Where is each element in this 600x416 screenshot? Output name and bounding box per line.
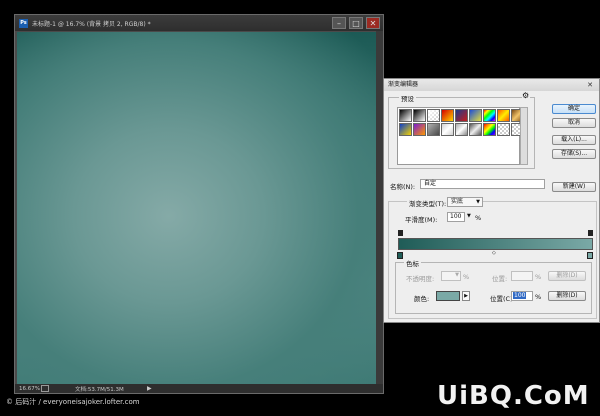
color-menu-arrow-icon[interactable]: ▶ <box>462 291 470 301</box>
preset-swatch[interactable] <box>483 123 496 136</box>
presets-group: 预设 ⚙ <box>388 92 535 169</box>
color-location-unit: % <box>535 293 542 301</box>
gradient-preview-bar[interactable] <box>398 238 593 250</box>
dialog-close-icon[interactable]: ✕ <box>585 81 595 89</box>
opacity-unit: % <box>463 273 470 281</box>
stops-group: 色标 不透明度: ▼ % 位置: % 删除(D) 颜色: ▶ 位置(C): 10… <box>395 258 592 314</box>
preset-swatch[interactable] <box>441 123 454 136</box>
gradient-type-value: 实底 <box>451 198 464 205</box>
delete-color-stop-button[interactable]: 删除(D) <box>548 291 586 301</box>
midpoint-diamond-icon[interactable]: ◇ <box>492 250 496 256</box>
preset-swatch[interactable] <box>427 109 440 122</box>
load-button[interactable]: 载入(L)... <box>552 135 596 145</box>
ok-button[interactable]: 确定 <box>552 104 596 114</box>
color-location-value: 100 <box>513 292 527 299</box>
smoothness-input[interactable]: 100 <box>447 212 465 222</box>
preset-swatch[interactable] <box>441 109 454 122</box>
smoothness-dropdown-icon[interactable]: ▼ <box>467 213 471 219</box>
close-button[interactable]: ✕ <box>366 17 380 29</box>
preset-swatch[interactable] <box>455 109 468 122</box>
opacity-stop-right[interactable] <box>588 230 593 236</box>
document-size-info: 文档:53.7M/51.3M <box>75 386 124 393</box>
opacity-location-unit: % <box>535 273 542 281</box>
color-label: 颜色: <box>414 295 430 303</box>
opacity-dropdown-icon: ▼ <box>455 272 459 278</box>
maximize-button[interactable]: □ <box>349 17 363 29</box>
smoothness-unit: % <box>475 214 482 222</box>
chevron-down-icon: ▼ <box>476 199 480 205</box>
gradient-type-select[interactable]: 实底 ▼ <box>447 197 483 207</box>
opacity-input: ▼ <box>441 271 461 281</box>
delete-opacity-stop-button: 删除(D) <box>548 271 586 281</box>
preset-swatch[interactable] <box>497 123 510 136</box>
gear-icon[interactable]: ⚙ <box>522 92 530 100</box>
preset-swatch[interactable] <box>469 123 482 136</box>
watermark-credit: © 后码汁 / everyoneisajoker.lofter.com <box>6 398 140 406</box>
watermark-logo: UiBQ.CoM <box>437 381 590 411</box>
dialog-title: 渐变编辑器 <box>388 81 419 88</box>
opacity-location-input <box>511 271 533 281</box>
new-button[interactable]: 新建(W) <box>552 182 596 192</box>
gradient-type-group: 渐变类型(T): 实底 ▼ 平滑度(M): 100 ▼ % ◇ 色标 不透明度:… <box>388 197 597 319</box>
document-canvas[interactable] <box>17 32 378 386</box>
cancel-button[interactable]: 取消 <box>552 118 596 128</box>
name-label: 名称(N): <box>390 183 416 191</box>
document-window[interactable]: Ps 未标题-1 @ 16.7% (背景 拷贝 2, RGB/8) * – □ … <box>14 14 384 394</box>
preset-swatch-grid <box>397 107 524 165</box>
gradient-editor-dialog: 渐变编辑器 ✕ 预设 ⚙ 确定 取消 载入(L)... 存储(S)... 名称(… <box>383 78 600 323</box>
minimize-button[interactable]: – <box>332 17 346 29</box>
presets-scrollbar[interactable] <box>520 107 528 165</box>
preset-swatch[interactable] <box>469 109 482 122</box>
opacity-location-label: 位置: <box>492 275 508 283</box>
color-stop-left[interactable] <box>397 252 403 259</box>
preset-swatch[interactable] <box>399 109 412 122</box>
preset-swatch[interactable] <box>427 123 440 136</box>
gradient-type-label: 渐变类型(T): <box>407 198 449 208</box>
vertical-scrollbar[interactable] <box>376 31 383 387</box>
document-titlebar[interactable]: Ps 未标题-1 @ 16.7% (背景 拷贝 2, RGB/8) * – □ … <box>15 15 383 31</box>
color-location-input[interactable]: 100 <box>511 291 533 301</box>
preset-swatch[interactable] <box>497 109 510 122</box>
status-menu-arrow-icon[interactable]: ▶ <box>147 385 152 392</box>
preset-swatch[interactable] <box>399 123 412 136</box>
name-input[interactable]: 自定 <box>420 179 545 189</box>
dialog-titlebar[interactable]: 渐变编辑器 ✕ <box>384 79 599 91</box>
opacity-stop-left[interactable] <box>398 230 403 236</box>
presets-label: 预设 <box>399 93 416 103</box>
save-button[interactable]: 存储(S)... <box>552 149 596 159</box>
preset-swatch[interactable] <box>413 123 426 136</box>
photoshop-icon: Ps <box>19 18 28 28</box>
preset-swatch[interactable] <box>413 109 426 122</box>
opacity-label: 不透明度: <box>406 275 435 283</box>
preset-swatch[interactable] <box>455 123 468 136</box>
document-title: 未标题-1 @ 16.7% (背景 拷贝 2, RGB/8) * <box>32 20 151 28</box>
zoom-level[interactable]: 16.67% <box>19 386 41 392</box>
stop-color-swatch[interactable] <box>436 291 460 301</box>
export-icon[interactable] <box>41 385 49 392</box>
preset-swatch[interactable] <box>483 109 496 122</box>
color-stop-right[interactable] <box>587 252 593 259</box>
status-bar: 16.67% 文档:53.7M/51.3M ▶ <box>15 384 383 393</box>
stops-label: 色标 <box>404 258 421 268</box>
smoothness-label: 平滑度(M): <box>405 216 438 224</box>
